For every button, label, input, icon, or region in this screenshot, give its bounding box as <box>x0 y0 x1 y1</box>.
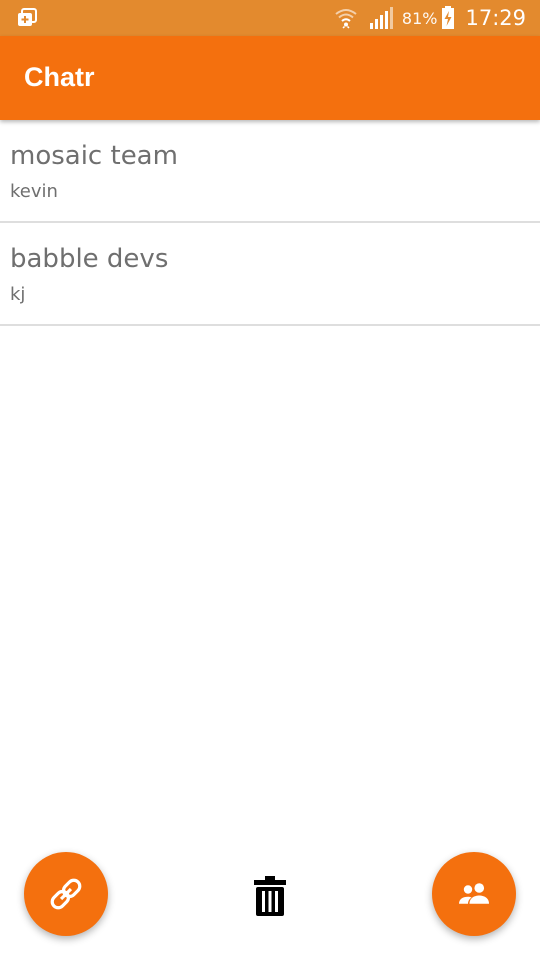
delete-button[interactable] <box>252 876 288 920</box>
app-title: Chatr <box>24 62 95 92</box>
trash-icon <box>253 876 287 920</box>
chat-member: kevin <box>10 181 58 202</box>
notification-stack-icon <box>16 8 38 28</box>
status-bar: 81% 17:29 <box>0 0 540 36</box>
chat-name: mosaic team <box>10 141 178 171</box>
people-icon <box>456 876 492 912</box>
wifi-icon <box>334 6 358 30</box>
join-link-button[interactable] <box>24 852 108 936</box>
link-icon <box>46 874 86 914</box>
chat-name: babble devs <box>10 244 169 274</box>
new-group-button[interactable] <box>432 852 516 936</box>
battery-percentage: 81% <box>401 8 438 28</box>
chat-list-item[interactable]: mosaic team kevin <box>0 120 540 223</box>
chat-member: kj <box>10 284 26 305</box>
cell-signal-icon <box>368 6 394 30</box>
battery-charging-icon <box>441 6 455 30</box>
chat-list-item[interactable]: babble devs kj <box>0 223 540 326</box>
app-bar: Chatr <box>0 36 540 120</box>
chat-list: mosaic team kevin babble devs kj <box>0 120 540 326</box>
status-time: 17:29 <box>465 6 526 30</box>
